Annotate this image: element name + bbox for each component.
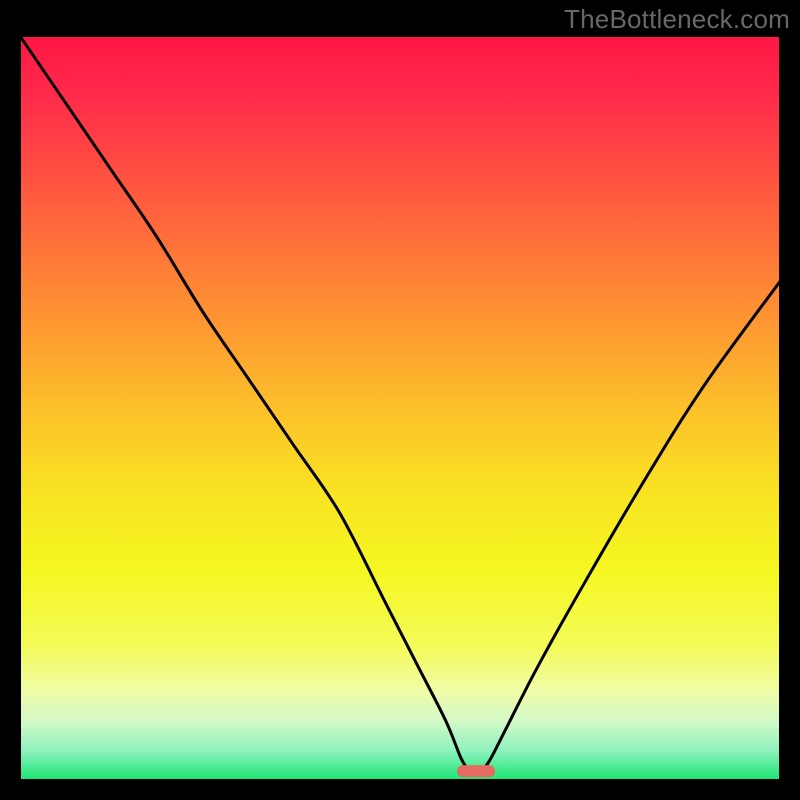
attribution-label: TheBottleneck.com [564,4,790,35]
optimal-marker [457,765,495,777]
gradient-background [20,36,780,780]
bottleneck-chart [20,36,780,780]
plot-area [20,36,780,780]
chart-frame: TheBottleneck.com [0,0,800,800]
